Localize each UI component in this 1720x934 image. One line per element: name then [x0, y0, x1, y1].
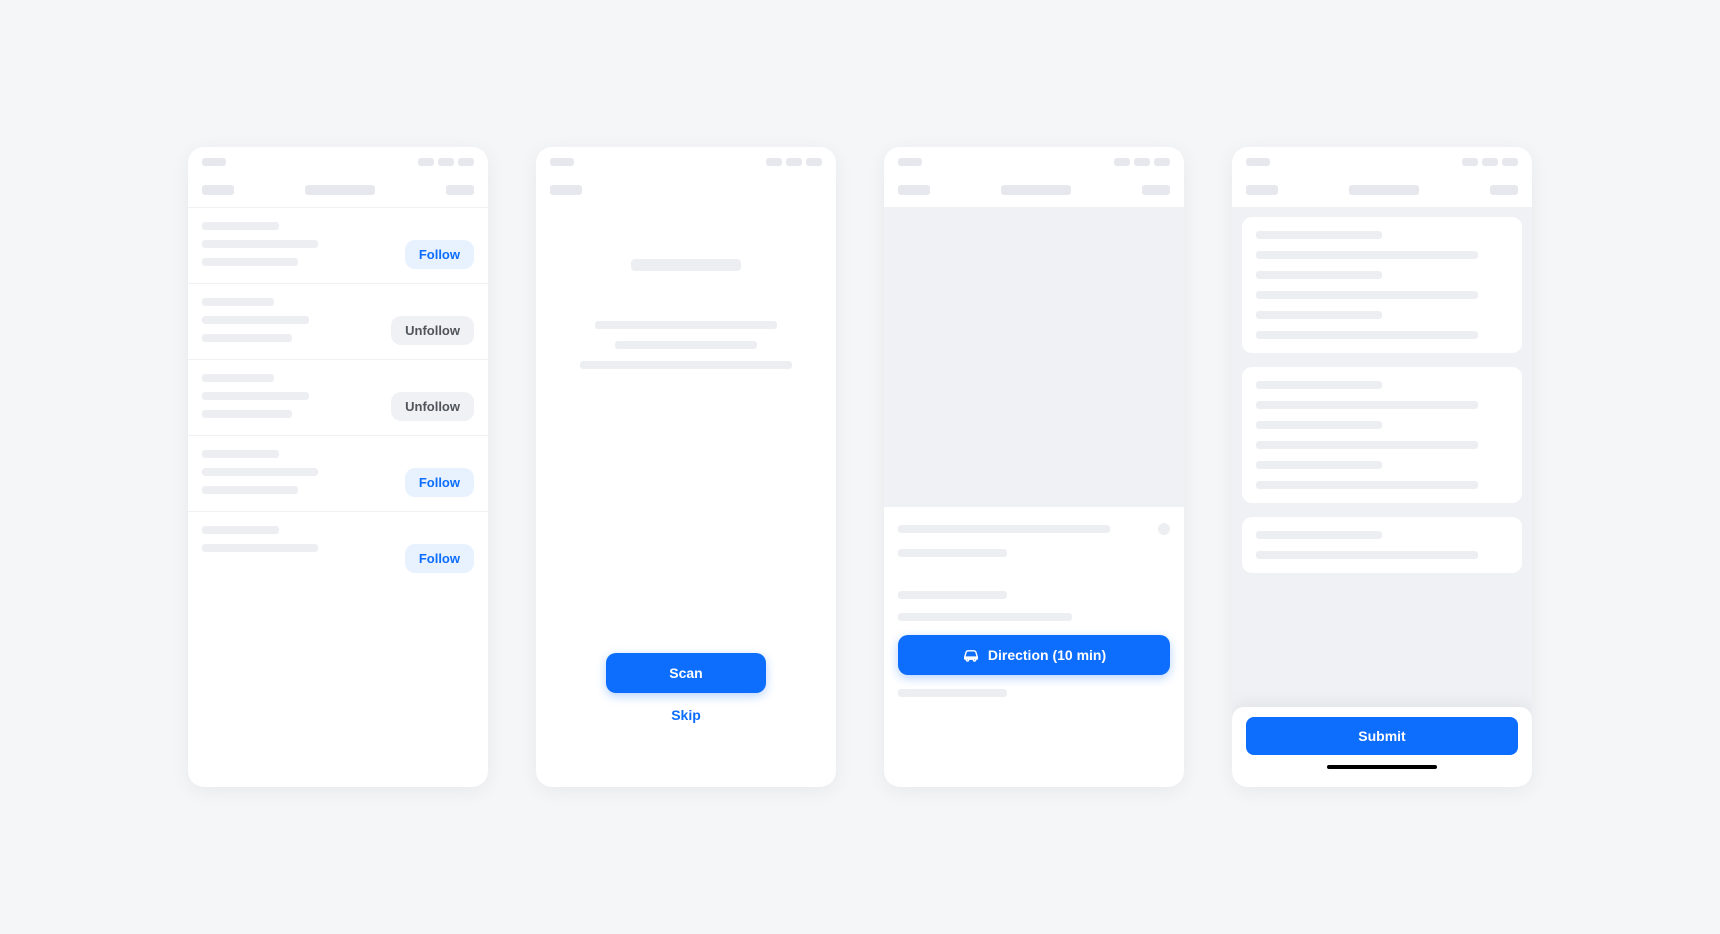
screen-header [188, 167, 488, 207]
signal-icon [766, 158, 782, 166]
wifi-icon [1482, 158, 1498, 166]
wifi-icon [1134, 158, 1150, 166]
phone-follow-list: Follow Unfollow Unfollow Follow [188, 147, 488, 787]
header-title [1001, 185, 1071, 195]
list-item-text [202, 298, 381, 342]
statusbar-indicators [1462, 158, 1518, 166]
battery-icon [458, 158, 474, 166]
form-card [1242, 517, 1522, 573]
screen-header [884, 167, 1184, 207]
direction-button[interactable]: Direction (10 min) [898, 635, 1170, 675]
list-item: Follow [188, 511, 488, 587]
car-icon [962, 648, 980, 662]
form-card [1242, 217, 1522, 353]
signal-icon [418, 158, 434, 166]
list-item: Unfollow [188, 283, 488, 359]
battery-icon [1154, 158, 1170, 166]
header-back[interactable] [550, 185, 582, 195]
list-item-text [202, 526, 395, 552]
list-item: Unfollow [188, 359, 488, 435]
follow-list: Follow Unfollow Unfollow Follow [188, 207, 488, 787]
phone-scan: Scan Skip [536, 147, 836, 787]
status-dot-icon [1158, 523, 1170, 535]
list-item: Follow [188, 435, 488, 511]
unfollow-button[interactable]: Unfollow [391, 392, 474, 421]
statusbar-indicators [766, 158, 822, 166]
phone-direction: Direction (10 min) [884, 147, 1184, 787]
statusbar-time [898, 158, 922, 166]
scan-button[interactable]: Scan [606, 653, 766, 693]
location-footer [898, 689, 1007, 697]
header-action[interactable] [446, 185, 474, 195]
statusbar-time [1246, 158, 1270, 166]
location-subtitle [898, 549, 1007, 557]
status-bar [188, 147, 488, 167]
list-item: Follow [188, 207, 488, 283]
wifi-icon [438, 158, 454, 166]
status-bar [536, 147, 836, 167]
scan-body: Scan Skip [536, 199, 836, 787]
follow-button[interactable]: Follow [405, 544, 474, 573]
signal-icon [1114, 158, 1130, 166]
statusbar-time [202, 158, 226, 166]
follow-button[interactable]: Follow [405, 240, 474, 269]
follow-button[interactable]: Follow [405, 468, 474, 497]
map-placeholder[interactable] [884, 207, 1184, 507]
statusbar-time [550, 158, 574, 166]
location-details: Direction (10 min) [884, 507, 1184, 713]
status-bar [1232, 147, 1532, 167]
wifi-icon [786, 158, 802, 166]
header-title [1349, 185, 1419, 195]
battery-icon [1502, 158, 1518, 166]
screen-header [536, 167, 836, 199]
location-title [898, 525, 1110, 533]
location-meta [898, 591, 1007, 599]
home-indicator [1327, 765, 1437, 769]
list-item-text [202, 374, 381, 418]
header-back[interactable] [202, 185, 234, 195]
header-back[interactable] [1246, 185, 1278, 195]
submit-button[interactable]: Submit [1246, 717, 1518, 755]
scan-title-placeholder [631, 259, 741, 271]
form-body [1232, 207, 1532, 787]
list-item-text [202, 450, 395, 494]
header-title [305, 185, 375, 195]
screen-header [1232, 167, 1532, 207]
battery-icon [806, 158, 822, 166]
list-item-text [202, 222, 395, 266]
form-card [1242, 367, 1522, 503]
header-back[interactable] [898, 185, 930, 195]
skip-button[interactable]: Skip [671, 707, 701, 723]
submit-bar: Submit [1232, 707, 1532, 787]
phone-form: Submit [1232, 147, 1532, 787]
statusbar-indicators [418, 158, 474, 166]
direction-button-label: Direction (10 min) [988, 647, 1106, 663]
header-action[interactable] [1490, 185, 1518, 195]
signal-icon [1462, 158, 1478, 166]
status-bar [884, 147, 1184, 167]
header-action[interactable] [1142, 185, 1170, 195]
unfollow-button[interactable]: Unfollow [391, 316, 474, 345]
scan-description-placeholder [560, 321, 812, 369]
statusbar-indicators [1114, 158, 1170, 166]
location-meta [898, 613, 1072, 621]
